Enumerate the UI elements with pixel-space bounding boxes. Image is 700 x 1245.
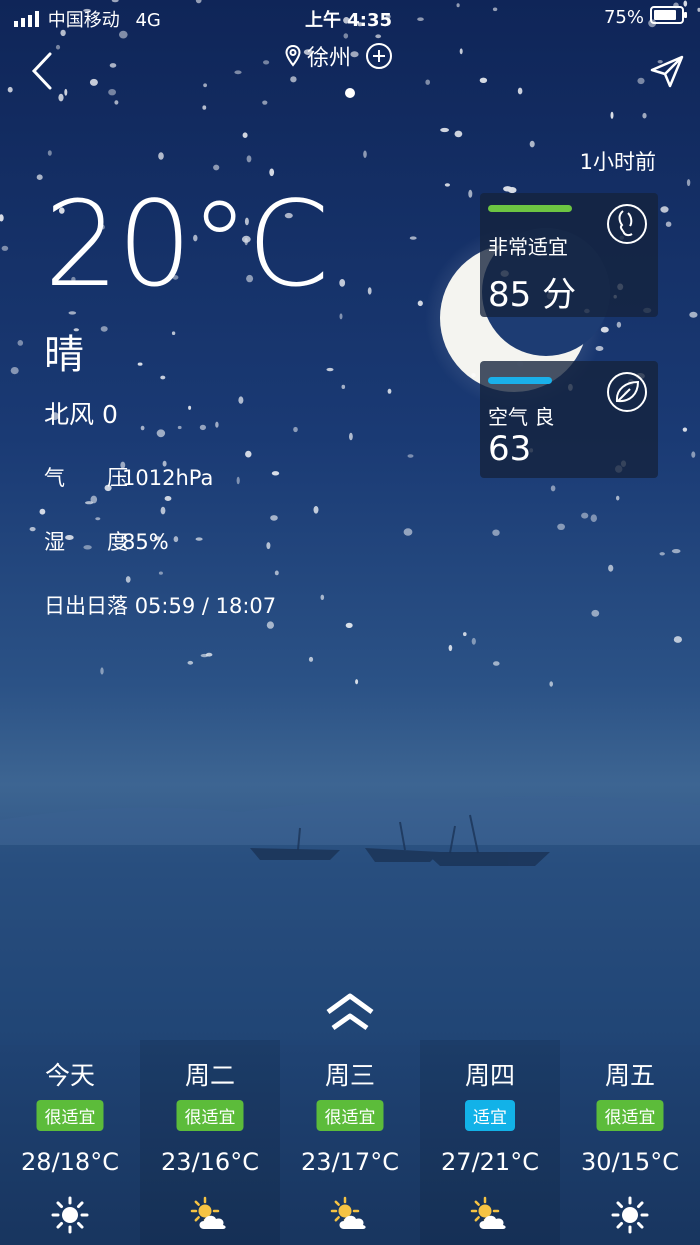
comfort-card[interactable]: 非常适宜 85 分 (480, 193, 658, 317)
forecast-day[interactable]: 周四 适宜 27/21°C (420, 1040, 560, 1245)
sunrise-sunset-label: 日出日落 (44, 594, 128, 618)
comfort-badge: 很适宜 (316, 1100, 384, 1131)
forecast-day[interactable]: 周五 很适宜 30/15°C (560, 1040, 700, 1245)
location-pin-icon (285, 44, 301, 67)
signal-icon (14, 11, 42, 32)
comfort-badge: 适宜 (465, 1100, 515, 1131)
sunrise-sunset-row: 日出日落 05:59 / 18:07 (44, 590, 276, 620)
leaf-icon (607, 372, 647, 412)
current-temperature: 20°C (44, 175, 330, 313)
city-selector[interactable]: 徐州 (285, 40, 393, 72)
status-bar-right: 75% (604, 6, 688, 29)
partly-cloudy-icon (190, 1196, 226, 1229)
back-arrow-icon (31, 52, 52, 90)
forecast-day[interactable]: 周二 很适宜 23/16°C (140, 1040, 280, 1245)
sun-icon (611, 1196, 649, 1234)
battery-icon (650, 6, 688, 29)
air-quality-card[interactable]: 空气 良 63 (480, 361, 658, 478)
partly-cloudy-icon (470, 1196, 506, 1229)
air-quality-bar (488, 377, 552, 384)
partly-cloudy-icon (330, 1196, 366, 1229)
update-time: 1小时前 (579, 150, 656, 174)
temp-range: 27/21°C (441, 1148, 539, 1176)
comfort-badge: 很适宜 (176, 1100, 244, 1131)
expand-forecast-icon[interactable] (325, 990, 375, 1036)
back-button[interactable] (28, 50, 58, 92)
status-time: 上午 4:35 (305, 10, 393, 31)
wind-info: 北风 0 (44, 400, 118, 429)
comfort-badge: 很适宜 (36, 1100, 104, 1131)
comfort-badge: 很适宜 (596, 1100, 664, 1131)
add-city-icon[interactable] (365, 42, 393, 70)
weather-condition: 晴 (44, 332, 84, 378)
forecast-day-name: 周五 (604, 1061, 655, 1090)
forecast-strip: 今天 很适宜 28/18°C 周二 很适宜 23/16°C 周三 很适宜 23/… (0, 1040, 700, 1245)
temp-range: 30/15°C (581, 1148, 679, 1176)
city-name: 徐州 (307, 46, 352, 71)
comfort-score: 85 分 (488, 275, 577, 315)
temp-range: 23/17°C (301, 1148, 399, 1176)
pressure-row: 气 压1012hPa (44, 462, 213, 492)
forecast-day-name: 今天 (44, 1061, 95, 1090)
sun-icon (51, 1196, 89, 1234)
sunrise-sunset-value: 05:59 / 18:07 (134, 594, 277, 618)
air-quality-label: 空气 良 (488, 405, 555, 429)
comfort-label: 非常适宜 (488, 235, 568, 259)
forecast-day-name: 周四 (464, 1061, 515, 1090)
battery-percent: 75% (603, 7, 644, 28)
comfort-bar (488, 205, 572, 212)
humidity-row: 湿 度85% (44, 526, 169, 556)
temp-range: 23/16°C (161, 1148, 259, 1176)
share-button[interactable] (648, 52, 686, 90)
page-indicator-dot (345, 88, 355, 98)
pressure-value: 1012hPa (122, 466, 214, 490)
forecast-day[interactable]: 今天 很适宜 28/18°C (0, 1040, 140, 1245)
forecast-day-name: 周三 (324, 1061, 375, 1090)
network-type: 4G (135, 10, 161, 31)
send-icon (650, 55, 684, 88)
carrier-name: 中国移动 (47, 10, 120, 31)
status-bar-left: 中国移动 4G (14, 6, 161, 32)
face-profile-icon (607, 204, 647, 244)
humidity-label: 湿 度 (44, 530, 128, 554)
temp-range: 28/18°C (21, 1148, 119, 1176)
forecast-day[interactable]: 周三 很适宜 23/17°C (280, 1040, 420, 1245)
forecast-day-name: 周二 (184, 1061, 235, 1090)
air-quality-value: 63 (488, 429, 532, 469)
humidity-value: 85% (122, 530, 169, 554)
pressure-label: 气 压 (44, 466, 128, 490)
